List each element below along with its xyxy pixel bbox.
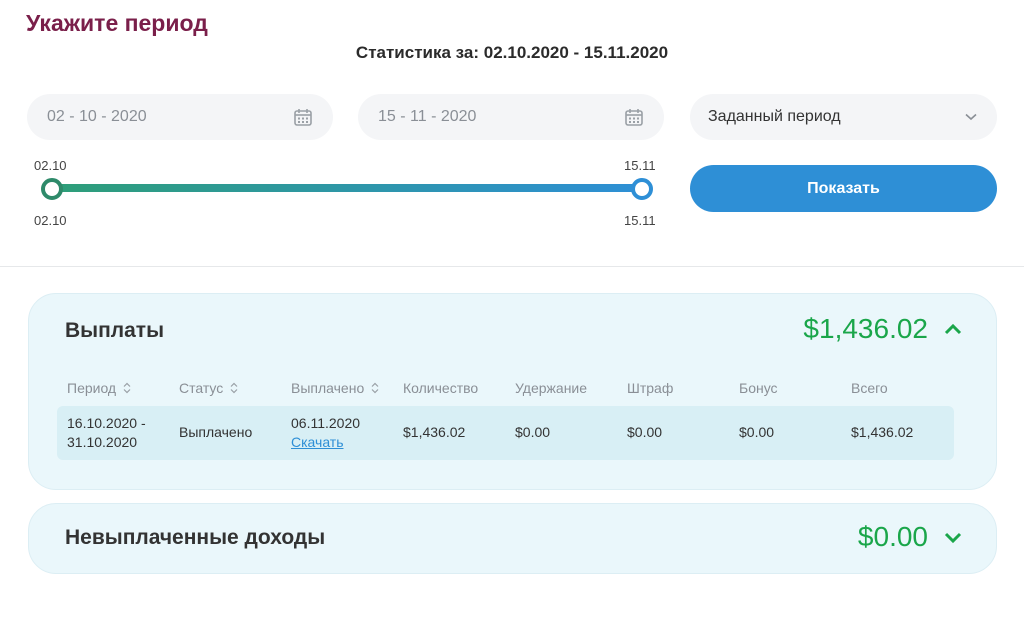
paid-date: 06.11.2020 bbox=[291, 415, 361, 431]
unpaid-title: Невыплаченные доходы bbox=[65, 526, 326, 549]
date-from-value: 02 - 10 - 2020 bbox=[47, 108, 147, 125]
section-divider bbox=[0, 266, 1024, 267]
date-range-slider-track[interactable] bbox=[52, 184, 642, 192]
period-start: 16.10.2020 - bbox=[67, 415, 146, 431]
slider-label-start-bottom: 02.10 bbox=[34, 213, 67, 228]
slider-label-start-top: 02.10 bbox=[34, 158, 67, 173]
cell-paid: 06.11.2020 Скачать bbox=[291, 414, 360, 452]
column-header-period[interactable]: Период bbox=[67, 380, 132, 396]
cell-total: $1,436.02 bbox=[851, 424, 914, 440]
date-to-field[interactable]: 15 - 11 - 2020 bbox=[358, 94, 664, 140]
cell-bonus: $0.00 bbox=[739, 424, 775, 440]
sort-icon bbox=[123, 382, 131, 394]
chevron-down-icon bbox=[965, 113, 977, 121]
column-header-label: Бонус bbox=[739, 380, 778, 396]
column-header-withholding: Удержание bbox=[515, 380, 587, 396]
payouts-total: $1,436.02 bbox=[803, 313, 928, 344]
stats-period-line: Статистика за: 02.10.2020 - 15.11.2020 bbox=[355, 43, 669, 62]
slider-handle-start[interactable] bbox=[41, 178, 63, 200]
payouts-title: Выплаты bbox=[65, 319, 165, 342]
cell-withholding: $0.00 bbox=[515, 424, 551, 440]
unpaid-total: $0.00 bbox=[857, 521, 928, 552]
cell-amount: $1,436.02 bbox=[403, 424, 466, 440]
table-row: 16.10.2020 - 31.10.2020 Выплачено 06.11.… bbox=[57, 406, 954, 460]
column-header-paid[interactable]: Выплачено bbox=[291, 380, 380, 396]
payouts-card: Выплаты $1,436.02 Период Статус Выплачен… bbox=[28, 293, 997, 490]
slider-label-end-top: 15.11 bbox=[624, 158, 656, 173]
column-header-label: Статус bbox=[179, 380, 224, 396]
column-header-label: Количество bbox=[403, 380, 479, 396]
sort-icon bbox=[230, 382, 238, 394]
column-header-label: Период bbox=[67, 380, 117, 396]
slider-handle-end[interactable] bbox=[631, 178, 653, 200]
column-header-label: Выплачено bbox=[291, 380, 365, 396]
cell-penalty: $0.00 bbox=[627, 424, 663, 440]
column-header-label: Всего bbox=[851, 380, 888, 396]
show-button[interactable]: Показать bbox=[690, 165, 997, 212]
period-select-value: Заданный период bbox=[708, 108, 841, 125]
date-from-field[interactable]: 02 - 10 - 2020 bbox=[27, 94, 333, 140]
column-header-label: Штраф bbox=[627, 380, 674, 396]
download-link[interactable]: Скачать bbox=[291, 433, 360, 452]
period-end: 31.10.2020 bbox=[67, 434, 138, 450]
calendar-icon[interactable] bbox=[293, 107, 313, 127]
column-header-label: Удержание bbox=[515, 380, 588, 396]
chevron-down-icon[interactable] bbox=[944, 532, 962, 544]
column-header-amount: Количество bbox=[403, 380, 478, 396]
slider-label-end-bottom: 15.11 bbox=[624, 213, 656, 228]
unpaid-earnings-card[interactable]: Невыплаченные доходы $0.00 bbox=[28, 503, 997, 574]
date-to-value: 15 - 11 - 2020 bbox=[378, 108, 477, 125]
column-header-status[interactable]: Статус bbox=[179, 380, 239, 396]
column-header-penalty: Штраф bbox=[627, 380, 673, 396]
chevron-up-icon[interactable] bbox=[944, 323, 962, 335]
calendar-icon[interactable] bbox=[624, 107, 644, 127]
cell-period: 16.10.2020 - 31.10.2020 bbox=[67, 414, 146, 452]
sort-icon bbox=[371, 382, 379, 394]
cell-status: Выплачено bbox=[179, 424, 253, 440]
period-select[interactable]: Заданный период bbox=[690, 94, 997, 140]
column-header-total: Всего bbox=[851, 380, 888, 396]
column-header-bonus: Бонус bbox=[739, 380, 778, 396]
page-title: Укажите период bbox=[26, 10, 208, 36]
